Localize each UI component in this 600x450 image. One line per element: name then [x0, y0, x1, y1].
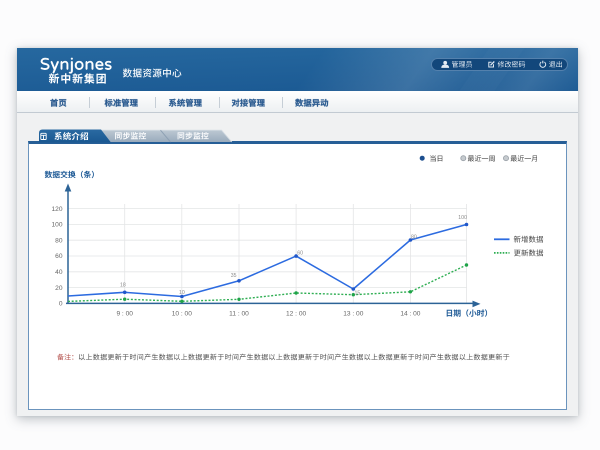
svg-text:100: 100 [458, 215, 467, 221]
svg-text:80: 80 [411, 234, 417, 240]
svg-text:80: 80 [55, 237, 63, 244]
svg-text:15: 15 [355, 291, 361, 297]
svg-text:60: 60 [55, 253, 63, 260]
svg-text:12 : 00: 12 : 00 [286, 311, 306, 318]
svg-text:20: 20 [55, 285, 63, 292]
svg-text:13 : 00: 13 : 00 [343, 311, 363, 318]
svg-text:40: 40 [55, 269, 63, 276]
svg-text:100: 100 [51, 222, 62, 229]
svg-text:0: 0 [59, 301, 63, 308]
svg-text:14 : 00: 14 : 00 [400, 311, 420, 318]
svg-text:10 : 00: 10 : 00 [172, 311, 192, 318]
svg-text:60: 60 [297, 250, 303, 256]
svg-text:10: 10 [179, 290, 185, 296]
svg-text:18: 18 [120, 282, 126, 288]
svg-text:120: 120 [51, 206, 62, 213]
svg-text:35: 35 [231, 273, 237, 279]
svg-text:9 : 00: 9 : 00 [116, 311, 133, 318]
svg-text:11 : 00: 11 : 00 [229, 311, 249, 318]
